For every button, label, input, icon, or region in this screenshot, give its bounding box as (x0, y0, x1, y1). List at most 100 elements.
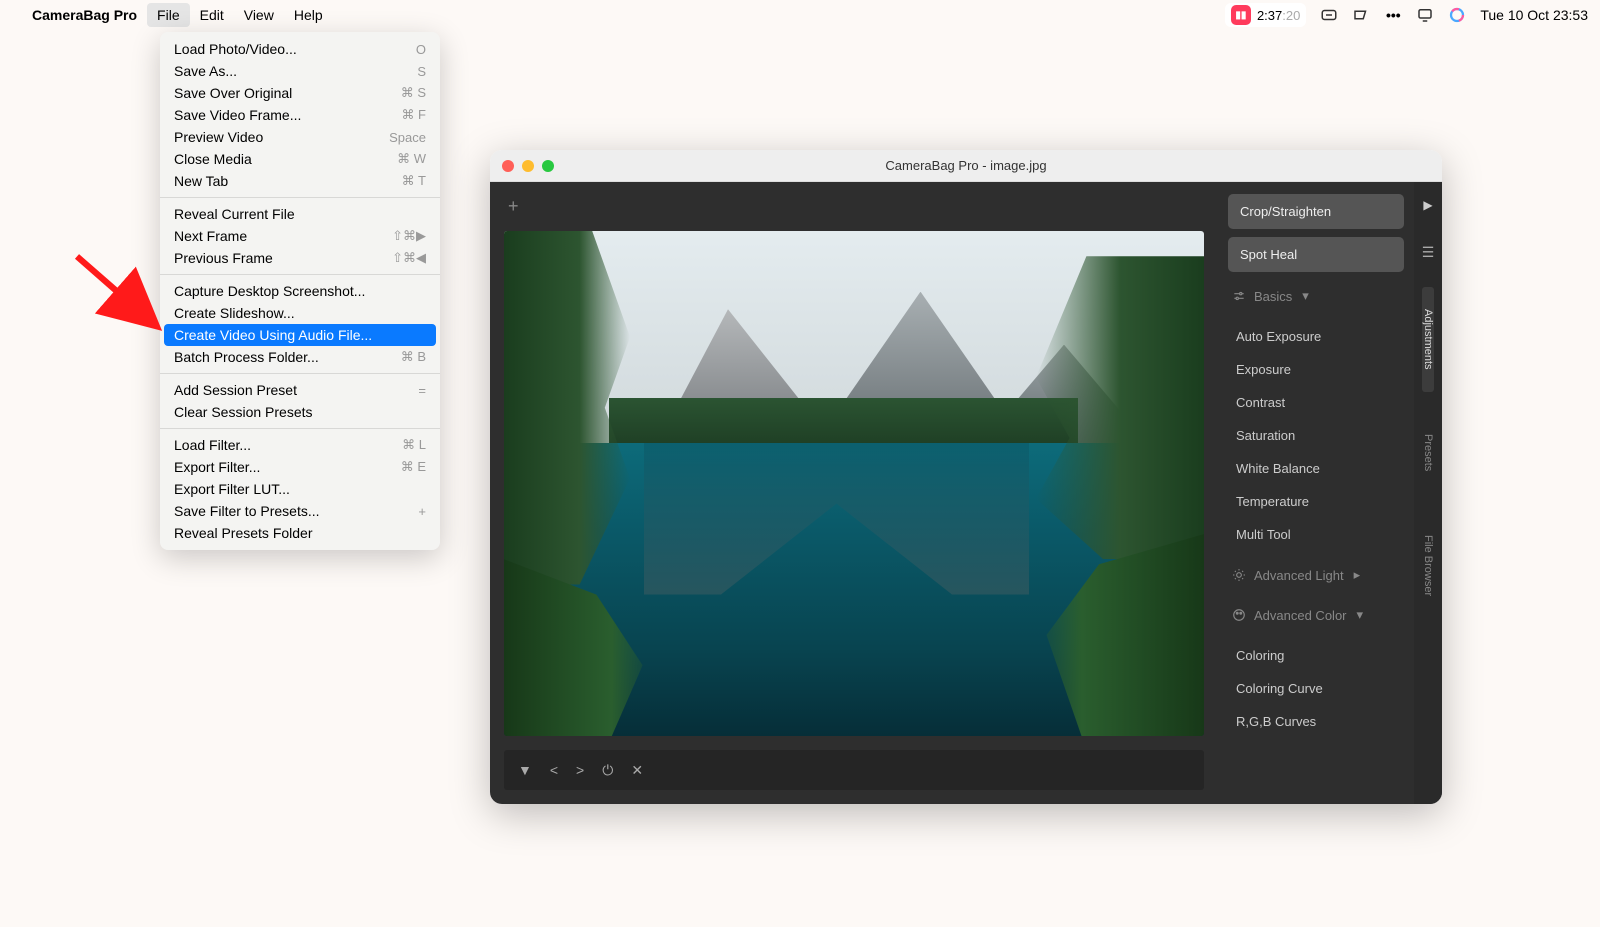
annotation-arrow (72, 252, 162, 332)
window-close-icon[interactable] (502, 160, 514, 172)
menubar-icon-1[interactable] (1320, 6, 1338, 24)
window-maximize-icon[interactable] (542, 160, 554, 172)
new-tab-button[interactable]: + (504, 196, 1204, 217)
menu-item[interactable]: Batch Process Folder... ⌘ B (160, 346, 440, 368)
adjustment-item[interactable]: Multi Tool (1228, 518, 1404, 551)
menu-item-label: Previous Frame (174, 250, 273, 266)
power-icon[interactable]: ⏻ (602, 762, 613, 779)
menu-item[interactable]: Create Video Using Audio File... (164, 324, 436, 346)
adjustment-item[interactable]: Saturation (1228, 419, 1404, 452)
adjustment-item[interactable]: Contrast (1228, 386, 1404, 419)
menu-item[interactable]: New Tab ⌘ T (160, 170, 440, 192)
screen-record-indicator[interactable]: ▮▮ 2:37:20 (1225, 3, 1306, 27)
next-icon[interactable]: > (576, 762, 584, 778)
menu-item-shortcut: + (418, 504, 426, 519)
menu-item-label: Save Over Original (174, 85, 292, 101)
menu-separator (160, 197, 440, 198)
menu-item[interactable]: Capture Desktop Screenshot... (160, 280, 440, 302)
menu-item[interactable]: Save Filter to Presets...+ (160, 500, 440, 522)
adjustment-item[interactable]: Coloring Curve (1228, 672, 1404, 705)
menu-item-label: Preview Video (174, 129, 263, 145)
menu-item-label: Save As... (174, 63, 237, 79)
menu-item[interactable]: Save Over Original ⌘ S (160, 82, 440, 104)
adjustment-item[interactable]: Exposure (1228, 353, 1404, 386)
menu-item-label: Next Frame (174, 228, 247, 244)
menu-item-label: Add Session Preset (174, 382, 297, 398)
window-minimize-icon[interactable] (522, 160, 534, 172)
window-title: CameraBag Pro - image.jpg (490, 158, 1442, 173)
menu-item[interactable]: Reveal Presets Folder (160, 522, 440, 544)
menu-item-label: Save Video Frame... (174, 107, 301, 123)
menu-item[interactable]: Load Filter...⌘ L (160, 434, 440, 456)
menu-item[interactable]: Next Frame ⇧⌘▶ (160, 225, 440, 247)
advanced-color-header[interactable]: Advanced Color ▾ (1228, 599, 1404, 631)
menu-item-label: New Tab (174, 173, 228, 189)
menu-item[interactable]: Create Slideshow... (160, 302, 440, 324)
menubar-more-icon[interactable]: ••• (1384, 6, 1402, 24)
tab-presets[interactable]: Presets (1422, 412, 1434, 493)
pause-icon: ▮▮ (1231, 5, 1251, 25)
tab-adjustments[interactable]: Adjustments (1422, 287, 1434, 392)
advanced-light-header[interactable]: Advanced Light ▸ (1228, 559, 1404, 591)
menu-item-label: Batch Process Folder... (174, 349, 319, 365)
menu-edit[interactable]: Edit (190, 3, 234, 27)
dropdown-toggle-icon[interactable]: ▼ (518, 762, 532, 778)
menu-item-shortcut: ⇧⌘◀ (392, 250, 426, 266)
menu-item-label: Create Video Using Audio File... (174, 327, 372, 343)
menu-item-shortcut: ⌘ T (402, 173, 426, 189)
menu-item-shortcut: ⌘ S (401, 85, 426, 101)
menu-item-label: Export Filter LUT... (174, 481, 290, 497)
menu-item-label: Reveal Presets Folder (174, 525, 313, 541)
menu-item[interactable]: Preview Video Space (160, 126, 440, 148)
menu-item[interactable]: Save As...S (160, 60, 440, 82)
adjustment-item[interactable]: Temperature (1228, 485, 1404, 518)
palette-icon (1232, 608, 1246, 622)
tab-file-browser[interactable]: File Browser (1422, 513, 1434, 618)
app-window: CameraBag Pro - image.jpg + (490, 150, 1442, 804)
menu-item[interactable]: Export Filter LUT... (160, 478, 440, 500)
menu-item-label: Create Slideshow... (174, 305, 295, 321)
menu-item-shortcut: Space (389, 130, 426, 145)
menubar-icon-2[interactable] (1352, 6, 1370, 24)
landscape-image (504, 231, 1204, 736)
menu-item-shortcut: ⇧⌘▶ (392, 228, 426, 244)
menu-help[interactable]: Help (284, 3, 333, 27)
siri-icon[interactable] (1448, 6, 1466, 24)
basics-section-header[interactable]: Basics ▾ (1228, 280, 1404, 312)
menubar-icon-3[interactable] (1416, 6, 1434, 24)
menu-item[interactable]: Export Filter...⌘ E (160, 456, 440, 478)
menu-item[interactable]: Close Media⌘ W (160, 148, 440, 170)
app-menu[interactable]: CameraBag Pro (22, 3, 147, 27)
menu-item-shortcut: ⌘ F (401, 107, 426, 123)
adjustment-item[interactable]: White Balance (1228, 452, 1404, 485)
spot-heal-button[interactable]: Spot Heal (1228, 237, 1404, 272)
menu-item[interactable]: Load Photo/Video...O (160, 38, 440, 60)
adjustment-item[interactable]: R,G,B Curves (1228, 705, 1404, 738)
image-canvas[interactable] (504, 231, 1204, 736)
side-tab-strip: ▶ ☰ Adjustments Presets File Browser (1414, 182, 1442, 804)
menu-item[interactable]: Save Video Frame... ⌘ F (160, 104, 440, 126)
menu-item-shortcut: O (416, 42, 426, 57)
hamburger-icon[interactable]: ☰ (1422, 238, 1435, 267)
menu-item[interactable]: Clear Session Presets (160, 401, 440, 423)
menu-item-shortcut: = (418, 383, 426, 398)
menu-file[interactable]: File (147, 3, 190, 27)
menu-item-label: Export Filter... (174, 459, 260, 475)
menu-item[interactable]: Previous Frame ⇧⌘◀ (160, 247, 440, 269)
menu-item-label: Capture Desktop Screenshot... (174, 283, 365, 299)
crop-straighten-button[interactable]: Crop/Straighten (1228, 194, 1404, 229)
menubar-clock[interactable]: Tue 10 Oct 23:53 (1480, 7, 1588, 23)
prev-icon[interactable]: < (550, 762, 558, 778)
collapse-panel-icon[interactable]: ▶ (1423, 192, 1432, 218)
adjustment-item[interactable]: Coloring (1228, 639, 1404, 672)
menu-item-label: Reveal Current File (174, 206, 295, 222)
file-menu-dropdown: Load Photo/Video...OSave As...SSave Over… (160, 32, 440, 550)
menu-item[interactable]: Reveal Current File (160, 203, 440, 225)
adjustment-item[interactable]: Auto Exposure (1228, 320, 1404, 353)
menu-item-shortcut: ⌘ B (401, 349, 426, 365)
close-icon[interactable]: ✕ (631, 762, 643, 779)
menu-view[interactable]: View (234, 3, 284, 27)
menu-item-label: Close Media (174, 151, 252, 167)
menu-item[interactable]: Add Session Preset = (160, 379, 440, 401)
titlebar[interactable]: CameraBag Pro - image.jpg (490, 150, 1442, 182)
